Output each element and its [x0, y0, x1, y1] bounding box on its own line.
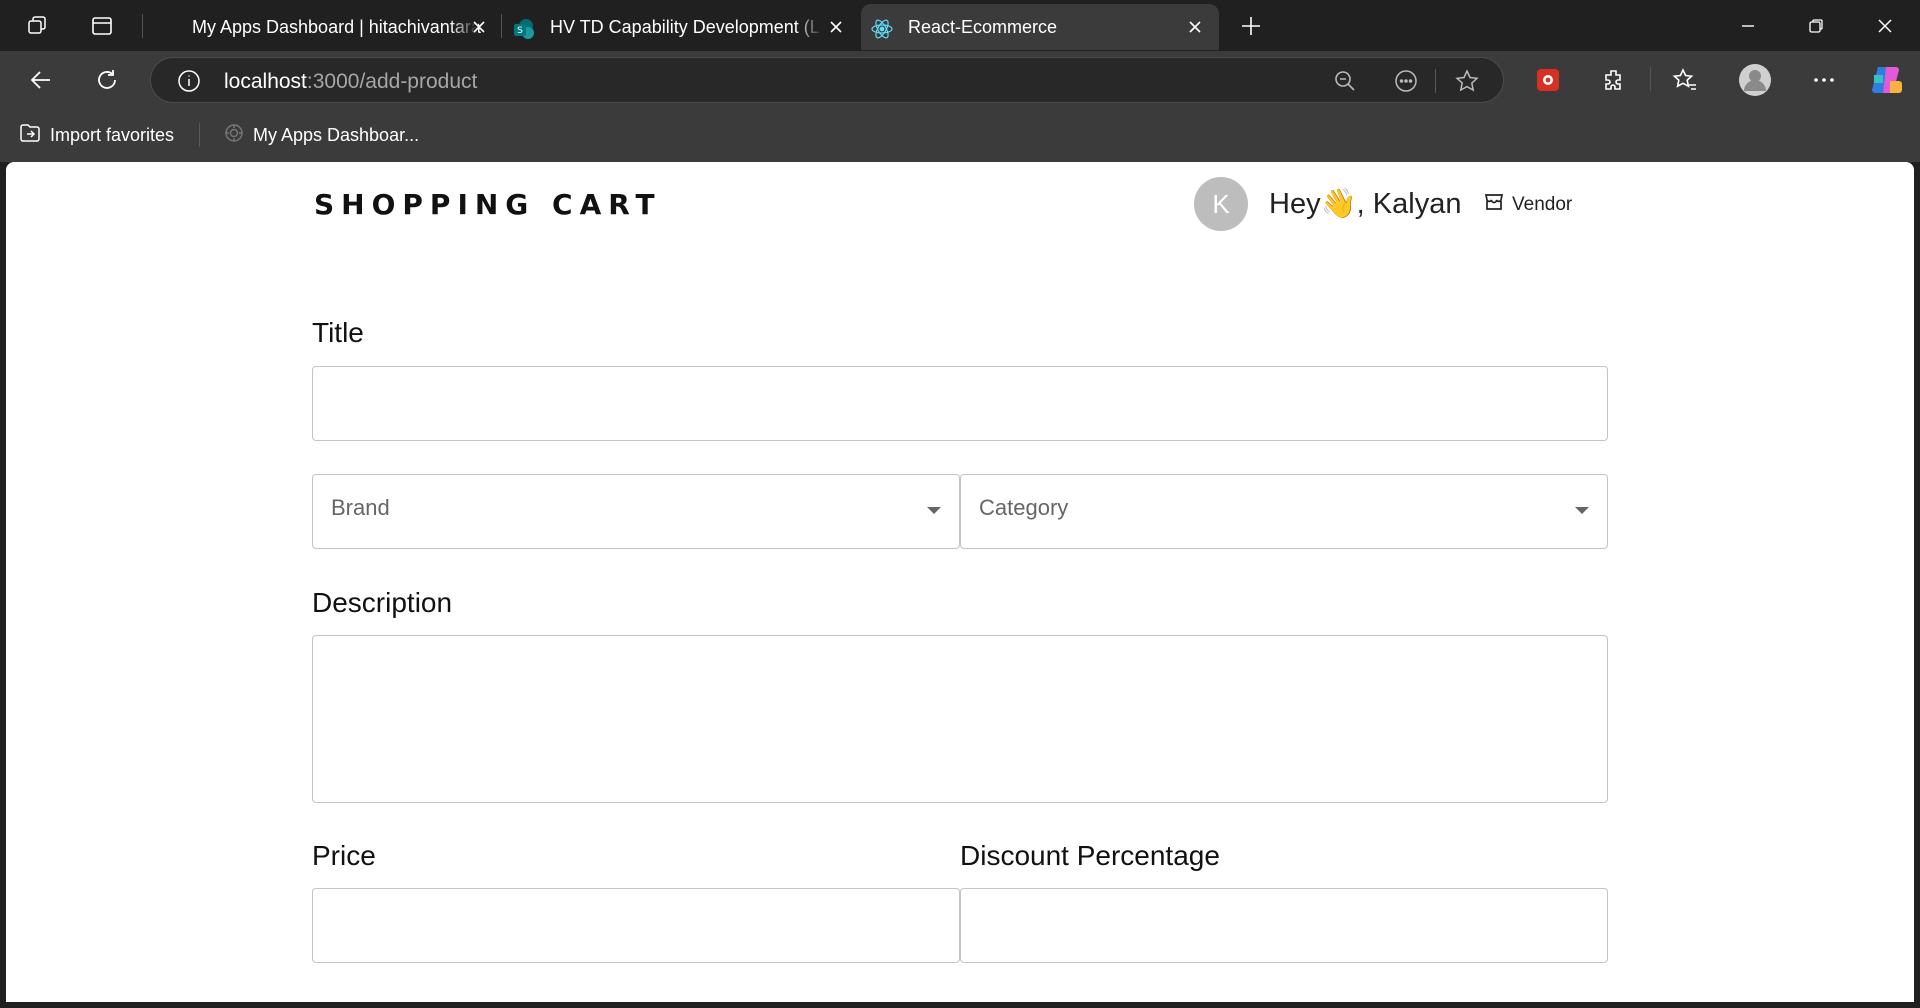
extensions-icon[interactable]	[1595, 61, 1633, 99]
price-label: Price	[312, 840, 376, 871]
copilot-icon[interactable]	[1868, 61, 1906, 99]
toolbar-divider	[1650, 67, 1651, 91]
sharepoint-icon: S	[513, 18, 534, 39]
title-input[interactable]	[312, 366, 1608, 441]
tab-react-ecommerce[interactable]: React-Ecommerce	[861, 4, 1219, 50]
favorite-label: Import favorites	[50, 124, 175, 145]
tab-hv-td-capability[interactable]: S HV TD Capability Development (L...	[505, 4, 855, 50]
favorite-item-my-apps[interactable]: My Apps Dashboar...	[223, 122, 419, 148]
tab-title: React-Ecommerce	[908, 17, 1058, 37]
site-info-icon[interactable]	[173, 65, 205, 97]
back-icon[interactable]	[22, 61, 60, 99]
extension-red-icon[interactable]	[1529, 61, 1567, 99]
browser-toolbar: localhost:3000/add-product	[0, 51, 1920, 108]
svg-text:S: S	[517, 26, 523, 36]
price-input[interactable]	[312, 888, 960, 963]
brand-select[interactable]: Brand	[312, 474, 960, 549]
category-placeholder: Category	[979, 495, 1069, 520]
discount-input[interactable]	[960, 888, 1608, 963]
description-label: Description	[312, 587, 453, 618]
favorites-divider	[199, 123, 200, 147]
omnibox-divider	[1435, 69, 1436, 93]
favorites-icon[interactable]	[1666, 61, 1704, 99]
more-menu-icon[interactable]	[1805, 61, 1843, 99]
read-aloud-icon[interactable]	[1390, 65, 1422, 97]
import-favorites-icon	[18, 121, 42, 150]
url-host: localhost	[224, 70, 307, 93]
favorite-label: My Apps Dashboar...	[253, 124, 420, 145]
minimize-icon[interactable]	[1725, 8, 1771, 44]
user-greeting: Hey👋, Kalyan	[1269, 188, 1462, 220]
tab-strip: My Apps Dashboard | hitachivantara S HV …	[0, 0, 1920, 51]
user-avatar[interactable]: K	[1194, 177, 1248, 231]
discount-label: Discount Percentage	[960, 840, 1220, 871]
title-label: Title	[312, 317, 364, 348]
description-textarea[interactable]	[312, 635, 1608, 803]
profile-avatar[interactable]	[1736, 61, 1774, 99]
zoom-out-icon[interactable]	[1329, 65, 1361, 97]
tab-fade	[795, 4, 823, 50]
tab-my-apps-dashboard[interactable]: My Apps Dashboard | hitachivantara	[150, 4, 498, 50]
tab-title: HV TD Capability Development (L...	[550, 17, 820, 37]
favorite-item-import[interactable]: Import favorites	[18, 122, 174, 148]
window-close-icon[interactable]	[1862, 8, 1908, 44]
vendor-link[interactable]: Vendor	[1484, 192, 1572, 218]
close-icon[interactable]	[470, 18, 488, 36]
favorite-star-icon[interactable]	[1451, 65, 1483, 97]
close-icon[interactable]	[1186, 18, 1204, 36]
page-viewport: SHOPPING CART K Hey👋, Kalyan Vendor Titl…	[6, 162, 1914, 1002]
globe-icon	[223, 122, 245, 149]
site-logo[interactable]: SHOPPING CART	[314, 188, 662, 221]
address-bar[interactable]: localhost:3000/add-product	[150, 57, 1504, 103]
restore-icon[interactable]	[1793, 8, 1839, 44]
refresh-icon[interactable]	[88, 61, 126, 99]
chevron-down-icon	[927, 507, 941, 514]
url-path: :3000/add-product	[306, 70, 478, 93]
favorites-bar: Import favorites My Apps Dashboar...	[0, 108, 1920, 162]
react-icon	[871, 18, 893, 39]
tab-divider	[501, 14, 502, 38]
chevron-down-icon	[1575, 507, 1589, 514]
category-select[interactable]: Category	[960, 474, 1608, 549]
workspaces-icon[interactable]	[20, 8, 56, 44]
vendor-label: Vendor	[1512, 194, 1573, 215]
brand-placeholder: Brand	[331, 495, 390, 520]
close-icon[interactable]	[827, 18, 845, 36]
vertical-tabs-icon[interactable]	[84, 8, 120, 44]
new-tab-icon[interactable]	[1233, 8, 1269, 44]
store-icon	[1484, 192, 1504, 218]
tab-title: My Apps Dashboard | hitachivantara	[192, 17, 481, 37]
tab-divider	[142, 14, 143, 38]
url-text[interactable]: localhost:3000/add-product	[224, 70, 477, 94]
